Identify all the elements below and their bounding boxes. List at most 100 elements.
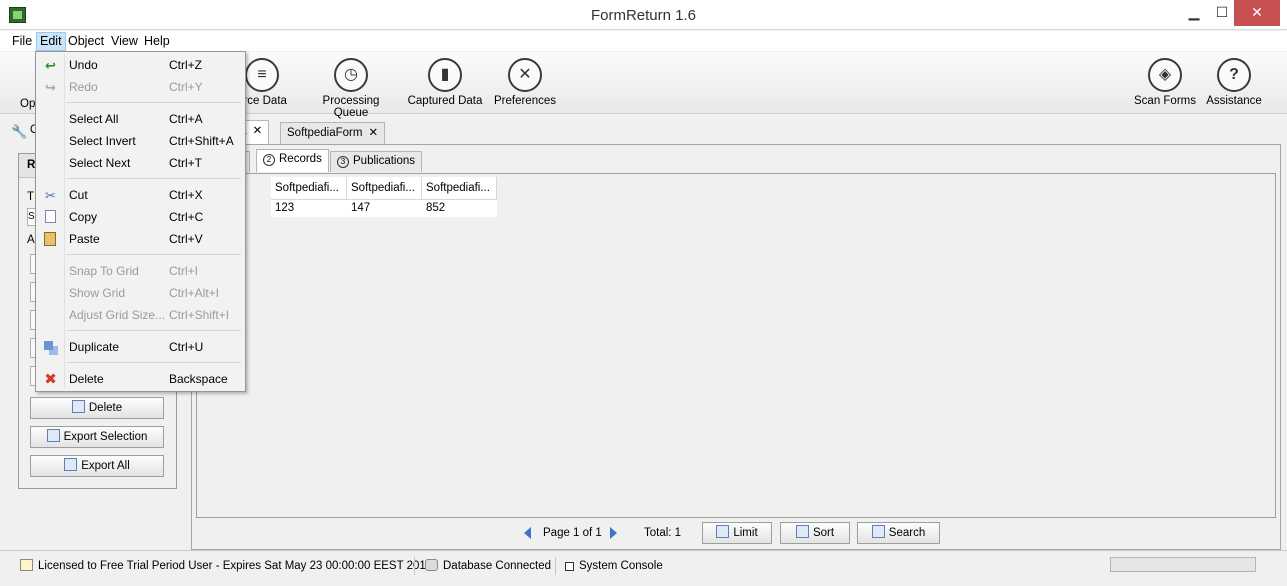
wrench-icon: 🔧 xyxy=(11,124,28,139)
panel-label-stub: T xyxy=(27,191,35,203)
menu-item-snap-to-grid[interactable]: Snap To Grid Ctrl+I xyxy=(38,260,243,282)
page-indicator: Page 1 of 1 xyxy=(543,527,602,539)
toolbar-captured-data-label: Captured Data xyxy=(407,95,483,107)
limit-icon xyxy=(716,525,730,538)
license-icon xyxy=(20,559,33,571)
close-tab-icon[interactable]: ✕ xyxy=(368,127,378,139)
license-text: Licensed to Free Trial Period User - Exp… xyxy=(38,560,433,572)
minimize-button[interactable]: ▁ xyxy=(1180,0,1208,26)
menu-item-shortcut: Ctrl+Y xyxy=(169,80,203,94)
menu-view[interactable]: View xyxy=(108,32,141,51)
menu-item-shortcut: Ctrl+Alt+I xyxy=(169,286,220,300)
menu-item-label: Undo xyxy=(69,58,98,72)
menu-item-duplicate[interactable]: Duplicate Ctrl+U xyxy=(38,336,243,358)
menu-item-shortcut: Ctrl+I xyxy=(169,264,199,278)
menu-item-label: Snap To Grid xyxy=(69,264,139,278)
menu-file[interactable]: File xyxy=(9,32,35,51)
records-table: Softpediafi... Softpediafi... Softpediaf… xyxy=(196,173,1276,518)
tab-publications[interactable]: 3 Publications xyxy=(330,151,423,172)
database-status-text: Database Connected xyxy=(443,560,552,572)
menu-item-select-all[interactable]: Select All Ctrl+A xyxy=(38,108,243,130)
menu-item-shortcut: Ctrl+Shift+I xyxy=(169,308,230,322)
content-frame: s 2Records 3Publications Softpediafi... … xyxy=(191,144,1281,550)
menu-item-label: Paste xyxy=(69,232,100,246)
delete-button[interactable]: Delete xyxy=(30,397,164,419)
menu-item-delete[interactable]: ✖ Delete Backspace xyxy=(38,368,243,390)
menu-edit[interactable]: Edit xyxy=(36,32,66,51)
menu-help[interactable]: Help xyxy=(141,32,173,51)
tab-records-label: Records xyxy=(279,153,322,165)
window-title: FormReturn 1.6 xyxy=(590,7,697,24)
column-header[interactable]: Softpediafi... xyxy=(271,177,347,200)
export-selection-label: Export Selection xyxy=(63,431,148,443)
toolbar-open-label: Op xyxy=(20,98,36,110)
search-button[interactable]: Search xyxy=(857,522,940,544)
system-console-link[interactable]: System Console xyxy=(565,558,663,574)
panel-field-stub[interactable]: S xyxy=(27,208,35,226)
limit-button[interactable]: Limit xyxy=(702,522,772,544)
next-page-icon[interactable] xyxy=(610,527,617,539)
tab-softpediaform[interactable]: SoftpediaForm ✕ xyxy=(280,122,386,144)
bar-chart-icon: ▮ xyxy=(428,58,462,92)
search-icon xyxy=(871,525,885,538)
menu-item-adjust-grid-size[interactable]: Adjust Grid Size... Ctrl+Shift+I xyxy=(38,304,243,326)
toolbar-scan-forms-label: Scan Forms xyxy=(1134,95,1196,107)
menu-item-shortcut: Ctrl+Shift+A xyxy=(169,134,234,148)
menu-item-copy[interactable]: Copy Ctrl+C xyxy=(38,206,243,228)
menu-item-undo[interactable]: ↩ Undo Ctrl+Z xyxy=(38,54,243,76)
menu-item-label: Duplicate xyxy=(69,340,120,354)
previous-page-icon[interactable] xyxy=(524,527,531,539)
edit-menu-dropdown: ↩ Undo Ctrl+Z ↪ Redo Ctrl+Y Select All C… xyxy=(35,51,246,392)
number-2-icon: 2 xyxy=(263,154,275,166)
toolbar-preferences[interactable]: ✕ Preferences xyxy=(492,58,558,107)
maximize-button[interactable]: ☐ xyxy=(1208,0,1236,26)
console-icon xyxy=(565,562,574,571)
sort-button-label: Sort xyxy=(812,527,835,539)
toolbar-processing-queue[interactable]: ◷ Processing Queue xyxy=(304,58,398,119)
close-window-button[interactable]: ✕ xyxy=(1234,0,1280,26)
duplicate-icon xyxy=(44,341,53,350)
undo-icon: ↩ xyxy=(45,58,56,73)
table-cell[interactable]: 123 xyxy=(271,200,347,217)
status-divider xyxy=(555,557,556,575)
column-header[interactable]: Softpediafi... xyxy=(422,177,497,200)
menu-item-paste[interactable]: Paste Ctrl+V xyxy=(38,228,243,250)
menu-item-shortcut: Backspace xyxy=(169,372,228,386)
sort-button[interactable]: Sort xyxy=(780,522,850,544)
database-icon xyxy=(425,559,438,571)
menu-item-label: Select Next xyxy=(69,156,131,170)
menu-item-cut[interactable]: ✂ Cut Ctrl+X xyxy=(38,184,243,206)
limit-button-label: Limit xyxy=(733,527,758,539)
menu-separator xyxy=(66,254,241,255)
column-header[interactable]: Softpediafi... xyxy=(347,177,422,200)
export-all-label: Export All xyxy=(81,460,130,472)
license-status: Licensed to Free Trial Period User - Exp… xyxy=(20,558,432,574)
document-tabs: ta✕ SoftpediaForm✕ xyxy=(190,120,1287,144)
tab-records[interactable]: 2 Records xyxy=(256,149,329,172)
toolbar-preferences-label: Preferences xyxy=(493,95,556,107)
toolbar-assistance[interactable]: ? Assistance xyxy=(1204,58,1264,107)
toolbar-assistance-label: Assistance xyxy=(1206,95,1262,107)
close-tab-icon[interactable]: ✕ xyxy=(253,125,263,137)
export-all-button[interactable]: Export All xyxy=(30,455,164,477)
menu-item-select-invert[interactable]: Select Invert Ctrl+Shift+A xyxy=(38,130,243,152)
delete-button-label: Delete xyxy=(88,402,123,414)
menu-item-show-grid[interactable]: Show Grid Ctrl+Alt+I xyxy=(38,282,243,304)
toolbar-captured-data[interactable]: ▮ Captured Data xyxy=(406,58,484,107)
menu-object[interactable]: Object xyxy=(65,32,107,51)
delete-record-icon xyxy=(71,400,85,413)
menu-item-shortcut: Ctrl+C xyxy=(169,210,204,224)
database-icon: ≡ xyxy=(245,58,279,92)
toolbar-scan-forms[interactable]: ◈ Scan Forms xyxy=(1134,58,1196,107)
redo-icon: ↪ xyxy=(45,80,56,95)
menu-item-redo[interactable]: ↪ Redo Ctrl+Y xyxy=(38,76,243,98)
toolbar-processing-queue-label: Processing Queue xyxy=(322,95,380,119)
pagination-bar: Page 1 of 1 Total: 1 Limit Sort Search xyxy=(196,521,1276,547)
export-selection-button[interactable]: Export Selection xyxy=(30,426,164,448)
title-bar: FormReturn 1.6 ▁ ☐ ✕ xyxy=(0,0,1287,30)
stopwatch-icon: ◷ xyxy=(334,58,368,92)
menu-item-label: Select Invert xyxy=(69,134,136,148)
menu-item-select-next[interactable]: Select Next Ctrl+T xyxy=(38,152,243,174)
table-cell[interactable]: 852 xyxy=(422,200,497,217)
table-cell[interactable]: 147 xyxy=(347,200,422,217)
